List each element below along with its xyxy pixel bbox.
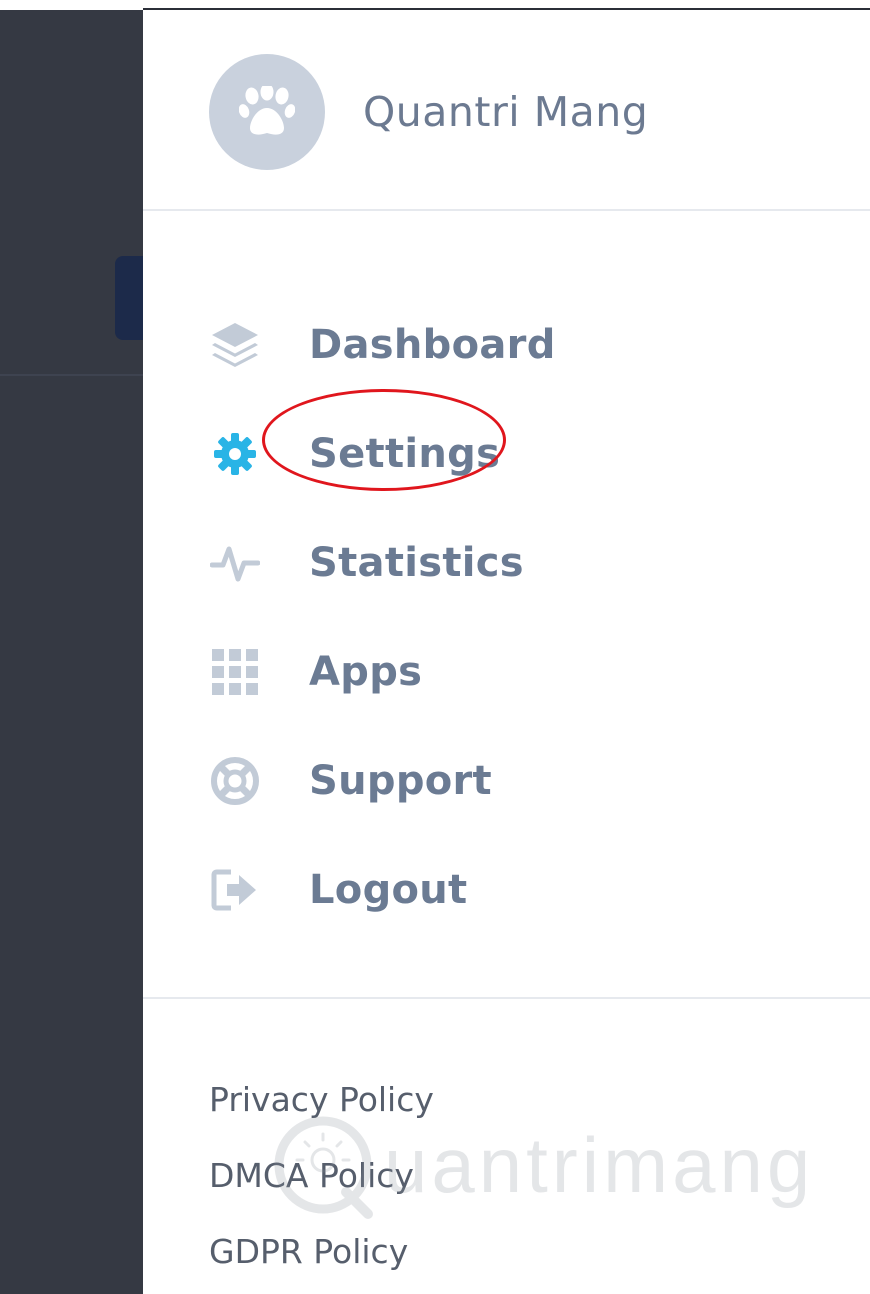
gdpr-policy-link[interactable]: GDPR Policy (209, 1227, 434, 1294)
menu-label-logout[interactable]: Logout (309, 867, 467, 913)
lifebuoy-icon (208, 754, 262, 808)
nav-menu: Dashboard Settings Statistics Apps Suppo… (208, 290, 556, 944)
backdrop-divider (0, 374, 146, 376)
menu-item-dashboard[interactable]: Dashboard (208, 290, 556, 399)
activity-icon (208, 536, 262, 590)
menu-item-support[interactable]: Support (208, 726, 556, 835)
menu-label-settings[interactable]: Settings (309, 431, 500, 477)
dmca-policy-link[interactable]: DMCA Policy (209, 1151, 434, 1227)
privacy-policy-link[interactable]: Privacy Policy (209, 1075, 434, 1151)
menu-item-statistics[interactable]: Statistics (208, 508, 556, 617)
footer-links: Privacy Policy DMCA Policy GDPR Policy (209, 1075, 434, 1294)
menu-item-settings[interactable]: Settings (208, 399, 556, 508)
page-backdrop-overlay[interactable] (0, 0, 155, 1294)
profile-header[interactable]: Quantri Mang (209, 54, 648, 170)
profile-name[interactable]: Quantri Mang (363, 88, 648, 136)
divider (143, 209, 870, 211)
menu-label-support[interactable]: Support (309, 758, 492, 804)
menu-label-apps[interactable]: Apps (309, 649, 422, 695)
gear-icon (208, 427, 262, 481)
menu-label-statistics[interactable]: Statistics (309, 540, 524, 586)
layers-icon (208, 318, 262, 372)
menu-item-apps[interactable]: Apps (208, 617, 556, 726)
logout-icon (208, 863, 262, 917)
app-frame: Quantri Mang Dashboard Settings Statisti… (0, 0, 870, 1294)
menu-item-logout[interactable]: Logout (208, 835, 556, 944)
paw-icon (239, 86, 295, 135)
menu-label-dashboard[interactable]: Dashboard (309, 322, 556, 368)
grid-icon (208, 645, 262, 699)
avatar[interactable] (209, 54, 325, 170)
divider (143, 997, 870, 999)
